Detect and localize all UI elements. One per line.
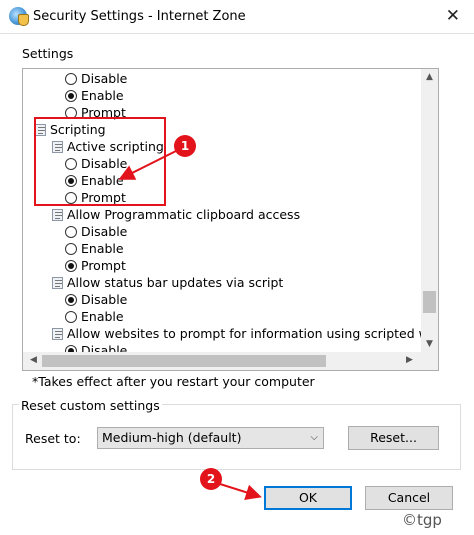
scroll-left-icon[interactable]: ◀ — [25, 352, 42, 369]
scroll-right-icon[interactable]: ▶ — [401, 352, 418, 369]
watermark: ©tgp — [402, 511, 442, 529]
radio-checked-icon[interactable] — [65, 259, 77, 272]
vertical-scroll-thumb[interactable] — [423, 291, 436, 313]
settings-label: Settings — [22, 46, 74, 61]
title-bar: Security Settings - Internet Zone ✕ — [0, 0, 474, 34]
setting-group: Allow status bar updates via script — [52, 274, 283, 291]
settings-group-icon — [52, 208, 63, 221]
reset-group-label: Reset custom settings — [19, 398, 162, 413]
internet-security-icon — [9, 7, 29, 26]
radio-unchecked-icon[interactable] — [65, 72, 77, 85]
tree-item-label: Enable — [81, 241, 124, 256]
tree-item-label: Prompt — [81, 258, 126, 273]
radio-unchecked-icon[interactable] — [65, 225, 77, 238]
radio-option[interactable]: Enable — [65, 87, 124, 104]
radio-option[interactable]: Enable — [65, 240, 124, 257]
ok-button[interactable]: OK — [264, 486, 352, 510]
radio-option[interactable]: Prompt — [65, 257, 126, 274]
radio-option[interactable]: Disable — [65, 223, 127, 240]
setting-group: Allow Programmatic clipboard access — [52, 206, 300, 223]
settings-group-icon — [52, 327, 63, 340]
horizontal-scroll-thumb[interactable] — [42, 355, 326, 367]
restart-note: *Takes effect after you restart your com… — [32, 374, 315, 389]
tree-item-label: Disable — [81, 224, 128, 239]
tree-item-label: Disable — [81, 292, 128, 307]
scroll-up-icon[interactable]: ▲ — [421, 69, 438, 86]
reset-to-label: Reset to: — [25, 431, 81, 446]
cancel-button[interactable]: Cancel — [365, 486, 453, 510]
radio-option[interactable]: Disable — [65, 342, 127, 352]
arrow-to-ok — [219, 483, 262, 501]
step-1-badge: 1 — [174, 135, 196, 157]
radio-checked-icon[interactable] — [65, 89, 77, 102]
tree-item-label: Enable — [81, 88, 124, 103]
highlight-box — [34, 117, 166, 206]
tree-item-label: Allow status bar updates via script — [67, 275, 284, 290]
window-title: Security Settings - Internet Zone — [33, 9, 246, 24]
reset-button[interactable]: Reset... — [348, 426, 439, 450]
radio-option[interactable]: Enable — [65, 308, 124, 325]
close-icon[interactable]: ✕ — [446, 6, 460, 26]
horizontal-scrollbar[interactable]: ◀ ▶ — [23, 352, 421, 370]
reset-level-value: Medium-high (default) — [102, 430, 242, 445]
scroll-down-icon[interactable]: ▼ — [421, 336, 438, 353]
radio-checked-icon[interactable] — [65, 344, 77, 352]
settings-tree: Disable Enable Prompt Scripting Active scrip… — [23, 69, 421, 352]
radio-unchecked-icon[interactable] — [65, 242, 77, 255]
radio-checked-icon[interactable] — [65, 293, 77, 306]
radio-option[interactable]: Disable — [65, 291, 127, 308]
tree-item-label: Disable — [81, 343, 128, 352]
radio-option[interactable]: Disable — [65, 70, 127, 87]
step-2-badge: 2 — [200, 468, 222, 490]
scrollbar-corner — [421, 353, 438, 370]
tree-item-label: Allow Programmatic clipboard access — [67, 207, 301, 222]
settings-group-icon — [52, 276, 63, 289]
reset-level-select[interactable]: Medium-high (default) ⌵ — [97, 427, 324, 449]
vertical-scrollbar[interactable]: ▲ ▼ — [421, 69, 438, 353]
tree-item-label: Disable — [81, 71, 128, 86]
tree-item-label: Enable — [81, 309, 124, 324]
chevron-down-icon: ⌵ — [310, 432, 318, 443]
radio-unchecked-icon[interactable] — [65, 310, 77, 323]
settings-list[interactable]: Disable Enable Prompt Scripting Active scrip… — [22, 68, 439, 371]
tree-item-label: Allow websites to prompt for information… — [67, 326, 421, 341]
setting-group: Allow websites to prompt for information… — [52, 325, 421, 342]
